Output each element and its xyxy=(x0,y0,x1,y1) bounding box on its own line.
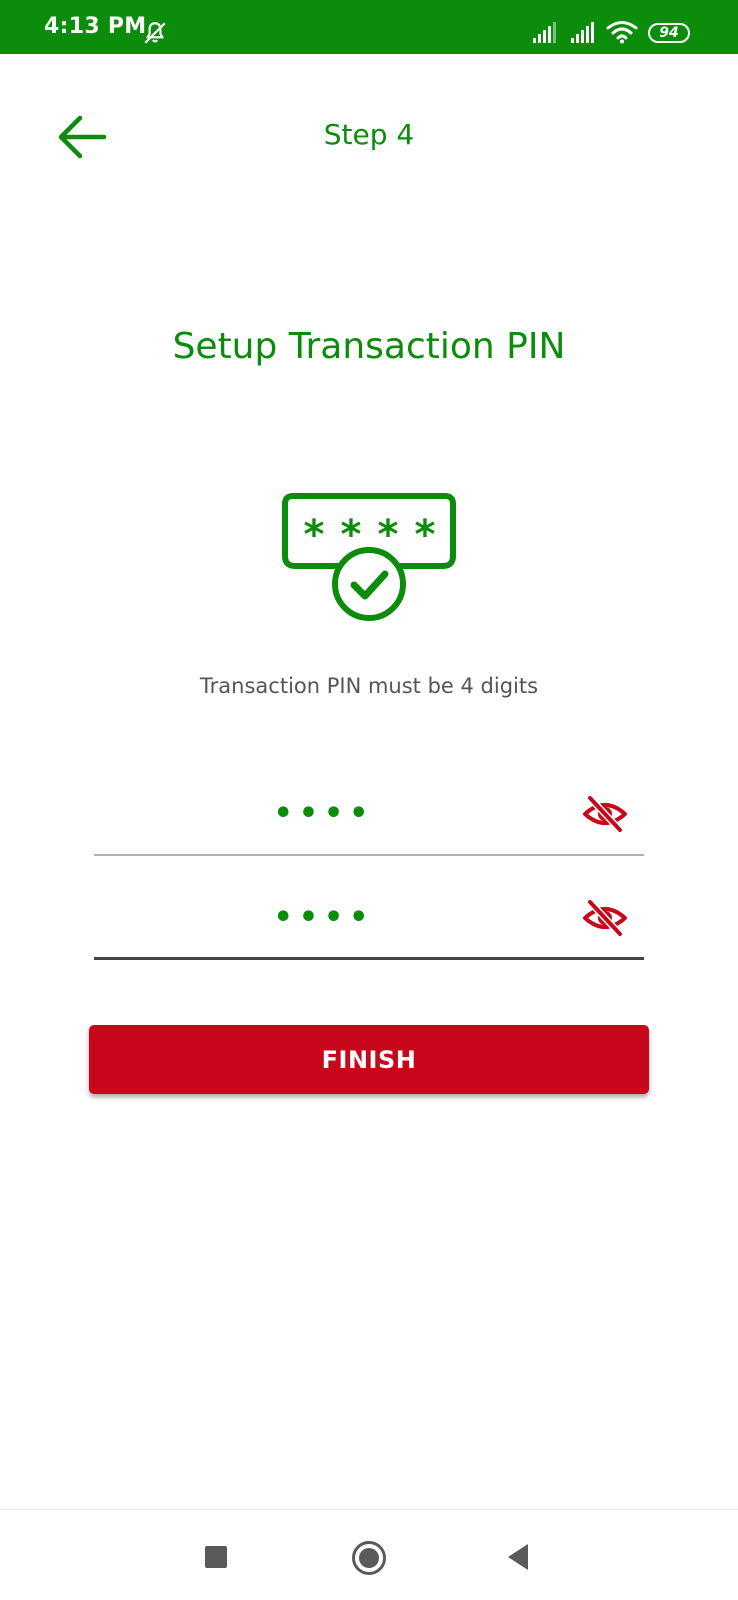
eye-off-icon xyxy=(583,898,627,938)
confirm-pin-field[interactable]: •••• xyxy=(94,896,644,960)
finish-button[interactable]: FINISH xyxy=(89,1025,649,1094)
wifi-icon xyxy=(606,21,638,44)
home-icon[interactable] xyxy=(351,1540,387,1576)
page-title: Setup Transaction PIN xyxy=(172,326,566,367)
battery-level: 94 xyxy=(659,25,679,41)
signal-icon xyxy=(533,22,556,43)
pin-hint: Transaction PIN must be 4 digits xyxy=(199,674,539,698)
page-step-title: Step 4 xyxy=(323,118,415,151)
pin-value: •••• xyxy=(273,796,375,831)
mute-notifications-icon xyxy=(144,22,166,44)
battery-icon: 94 xyxy=(648,23,690,43)
toggle-confirm-pin-visibility-button[interactable] xyxy=(582,898,628,938)
svg-text:*: * xyxy=(304,512,325,558)
signal-icon xyxy=(571,22,594,43)
toggle-pin-visibility-button[interactable] xyxy=(582,794,628,834)
status-bar: 4:13 PM 94 xyxy=(0,0,738,54)
status-time: 4:13 PM xyxy=(44,14,147,39)
recent-apps-icon[interactable] xyxy=(204,1545,228,1569)
eye-off-icon xyxy=(583,794,627,834)
pin-field[interactable]: •••• xyxy=(94,792,644,856)
svg-text:*: * xyxy=(415,512,436,558)
system-nav-bar xyxy=(0,1509,738,1600)
confirm-pin-value: •••• xyxy=(273,900,375,935)
back-icon[interactable] xyxy=(506,1543,530,1571)
pin-check-icon: * * * * xyxy=(282,493,456,621)
